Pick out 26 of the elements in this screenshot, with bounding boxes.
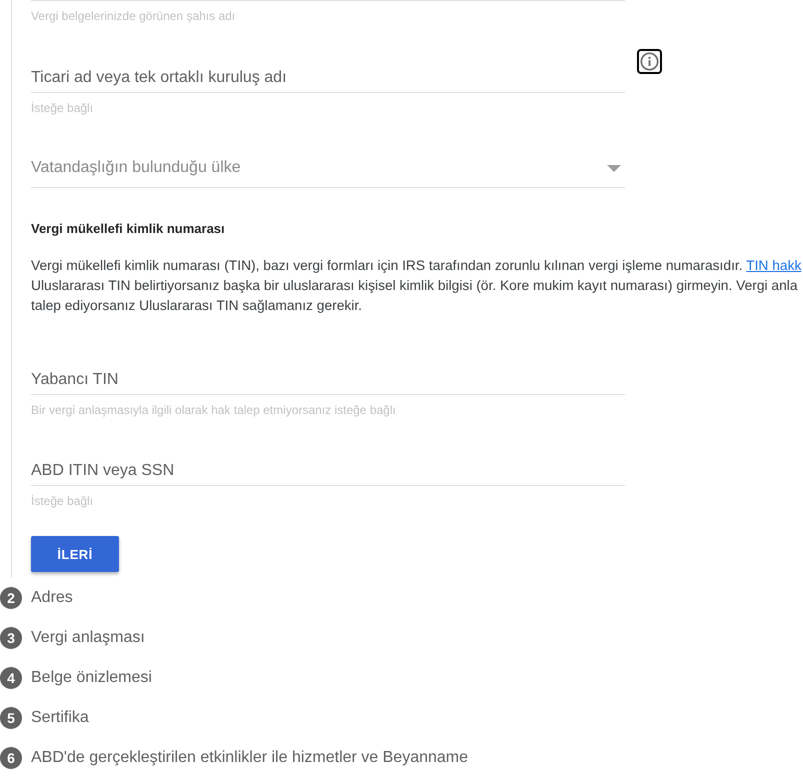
country-select-field[interactable]: Vatandaşlığın bulunduğu ülke xyxy=(31,155,625,188)
step-number: 4 xyxy=(0,667,22,689)
section-heading: Vergi mükellefi kimlik numarası xyxy=(31,220,225,238)
step-title: Belge önizlemesi xyxy=(31,669,152,687)
step-title: ABD'de gerçekleştirilen etkinlikler ile hizmetler ve Beyanname xyxy=(31,749,468,767)
caret-icon xyxy=(607,164,621,172)
step-number: 3 xyxy=(0,627,22,649)
select-placeholder: Vatandaşlığın bulunduğu ülke xyxy=(31,159,241,177)
info-button[interactable] xyxy=(637,49,662,74)
helper-text: Bir vergi anlaşmasıyla ilgili olarak hak talep etmiyorsanız isteğe bağlı xyxy=(31,403,397,417)
text-input-field[interactable]: ABD ITIN veya SSN xyxy=(31,458,625,486)
text-input-field[interactable]: Yabancı TIN xyxy=(31,367,625,395)
step-title: Adres xyxy=(31,589,73,607)
tin-info-link[interactable]: TIN hakk xyxy=(746,258,802,273)
text-input-field[interactable]: Ticari ad veya tek ortaklı kuruluş adı xyxy=(31,65,625,93)
helper-text: İsteğe bağlı xyxy=(31,494,94,508)
next-button[interactable]: İLERİ xyxy=(31,536,119,572)
info-icon xyxy=(640,52,659,71)
step-number: 2 xyxy=(0,587,22,609)
step-title: Vergi anlaşması xyxy=(31,629,145,647)
step-title: Sertifika xyxy=(31,709,89,727)
tin-description: Vergi mükellefi kimlik numarası (TIN), bazı vergi formları için IRS tarafından zorunlu kılınan vergi işleme numarasıdır. TIN hakk Uluslararası TIN belirtiyorsanız başka bir uluslararası kişisel kimlik bilgisi (ör. Kore mukim kayıt numarası) girmeyin. Vergi anla talep ediyorsanız Uluslararası TIN sağlamanız gerekir. xyxy=(31,257,802,315)
helper-text: Vergi belgelerinizde görünen şahıs adı xyxy=(31,9,236,23)
step-number: 6 xyxy=(0,747,22,769)
step-number: 5 xyxy=(0,707,22,729)
helper-text: İsteğe bağlı xyxy=(31,101,94,115)
